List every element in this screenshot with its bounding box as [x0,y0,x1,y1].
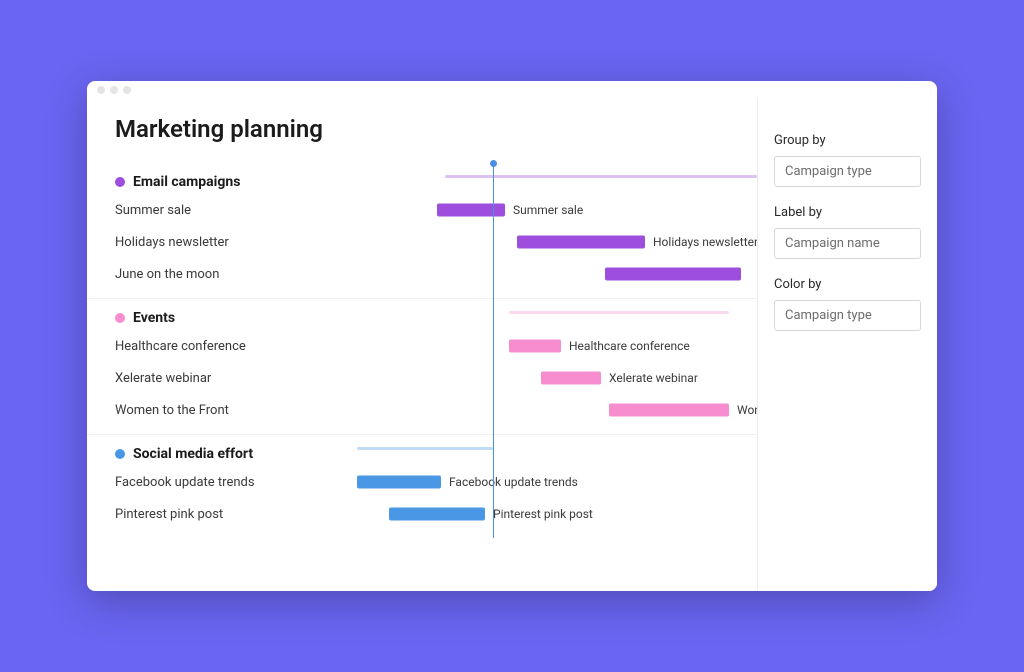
task-label: June on the moon [87,267,357,282]
gantt-task-row[interactable]: Healthcare conference Healthcare conferen… [87,330,757,362]
bar-area: Women to the Front [357,394,757,426]
task-label: Healthcare conference [87,339,357,354]
task-label: Xelerate webinar [87,371,357,386]
gantt-group: Social media effort Facebook update trend… [87,434,757,538]
label-by-label: Label by [774,205,921,220]
bar-area: Healthcare conference [357,330,757,362]
group-color-dot [115,449,125,459]
task-label: Summer sale [87,203,357,218]
bar-area: Xelerate webinar [357,362,757,394]
gantt-group: Email campaigns Summer sale Summer sale Hol… [87,163,757,298]
task-bar-label: Facebook update trends [449,475,578,489]
sidebar: Group by Campaign type Label by Campaign… [757,99,937,591]
group-title: Social media effort [133,446,253,462]
group-span-bar [445,175,757,178]
bar-area [357,258,757,290]
task-bar-label: Healthcare conference [569,339,690,353]
content: Marketing planning Email campaigns Summer… [87,99,937,591]
group-span-bar [509,311,729,314]
gantt-task-row[interactable]: June on the moon [87,258,757,290]
bar-area: Pinterest pink post [357,498,757,530]
gantt-task-row[interactable]: Holidays newsletter Holidays newsletter [87,226,757,258]
task-label: Women to the Front [87,403,357,418]
task-bar[interactable] [389,508,485,521]
gantt-task-row[interactable]: Pinterest pink post Pinterest pink post [87,498,757,530]
color-by-control: Color by Campaign type [774,277,921,331]
group-title: Email campaigns [133,174,240,190]
task-bar[interactable] [437,204,505,217]
bar-area: Holidays newsletter [357,226,757,258]
group-color-dot [115,313,125,323]
task-bar-label: Holidays newsletter [653,235,757,249]
task-bar-label: Women to the Front [737,403,757,417]
color-by-label: Color by [774,277,921,292]
group-by-control: Group by Campaign type [774,133,921,187]
task-label: Holidays newsletter [87,235,357,250]
group-title: Events [133,310,175,326]
titlebar [87,81,937,99]
task-label: Facebook update trends [87,475,357,490]
group-color-dot [115,177,125,187]
task-bar[interactable] [517,236,645,249]
task-bar-label: Summer sale [513,203,583,217]
window-dot [97,86,105,94]
task-bar[interactable] [357,476,441,489]
page-title: Marketing planning [115,115,757,143]
window-dot [123,86,131,94]
label-by-control: Label by Campaign name [774,205,921,259]
color-by-select[interactable]: Campaign type [774,300,921,331]
label-by-select[interactable]: Campaign name [774,228,921,259]
gantt-task-row[interactable]: Xelerate webinar Xelerate webinar [87,362,757,394]
group-by-select[interactable]: Campaign type [774,156,921,187]
gantt-chart: Email campaigns Summer sale Summer sale Hol… [87,163,757,538]
bar-area: Facebook update trends [357,466,757,498]
task-bar[interactable] [609,404,729,417]
main-area: Marketing planning Email campaigns Summer… [87,99,757,591]
gantt-task-row[interactable]: Women to the Front Women to the Front [87,394,757,426]
group-by-label: Group by [774,133,921,148]
task-bar[interactable] [509,340,561,353]
task-bar-label: Pinterest pink post [493,507,593,521]
window-dot [110,86,118,94]
task-bar-label: Xelerate webinar [609,371,698,385]
app-window: Marketing planning Email campaigns Summer… [87,81,937,591]
group-span-bar [357,447,493,450]
task-bar[interactable] [541,372,601,385]
bar-area: Summer sale [357,194,757,226]
gantt-group: EventsHealthcare conferenceHealthcare co… [87,298,757,434]
task-label: Pinterest pink post [87,507,357,522]
gantt-task-row[interactable]: Summer sale Summer sale [87,194,757,226]
task-bar[interactable] [605,268,741,281]
gantt-task-row[interactable]: Facebook update trends Facebook update tr… [87,466,757,498]
